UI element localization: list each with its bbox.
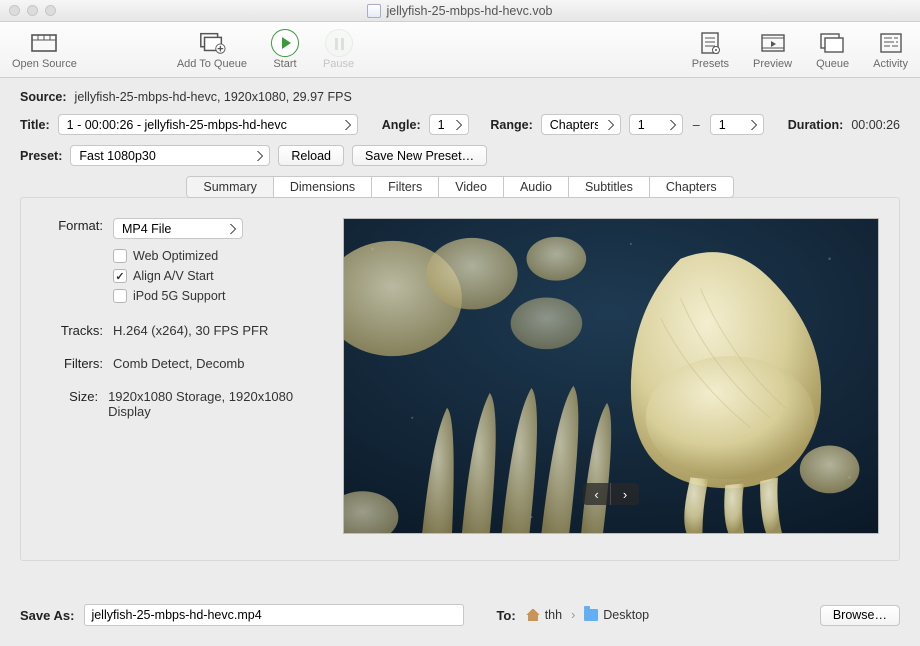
presets-icon xyxy=(696,30,724,56)
save-new-preset-button[interactable]: Save New Preset… xyxy=(352,145,487,166)
preview-next-button[interactable]: › xyxy=(611,483,639,505)
titlebar: jellyfish-25-mbps-hd-hevc.vob xyxy=(0,0,920,22)
preview-prev-button[interactable]: ‹ xyxy=(583,483,611,505)
tab-filters[interactable]: Filters xyxy=(372,177,439,197)
queue-add-icon xyxy=(198,30,226,56)
preset-label: Preset: xyxy=(20,149,62,163)
tab-dimensions[interactable]: Dimensions xyxy=(274,177,372,197)
duration-value: 00:00:26 xyxy=(851,118,900,132)
presets-button[interactable]: Presets xyxy=(692,30,729,70)
preview-icon xyxy=(759,30,787,56)
duration-label: Duration: xyxy=(788,118,844,132)
add-to-queue-button[interactable]: Add To Queue xyxy=(177,30,247,70)
queue-button[interactable]: Queue xyxy=(816,30,849,70)
range-type-select[interactable]: Chapters xyxy=(541,114,621,135)
preset-select[interactable]: Fast 1080p30 xyxy=(70,145,270,166)
tab-audio[interactable]: Audio xyxy=(504,177,569,197)
format-label: Format: xyxy=(41,218,103,309)
align-av-label: Align A/V Start xyxy=(133,269,214,283)
document-icon xyxy=(367,4,381,18)
tab-video[interactable]: Video xyxy=(439,177,504,197)
play-icon xyxy=(271,30,299,56)
range-from-select[interactable]: 1 xyxy=(629,114,683,135)
video-preview: ‹ › xyxy=(343,218,879,534)
reload-button[interactable]: Reload xyxy=(278,145,344,166)
ipod-checkbox[interactable] xyxy=(113,289,127,303)
title-select[interactable]: 1 - 00:00:26 - jellyfish-25-mbps-hd-hevc xyxy=(58,114,358,135)
activity-icon xyxy=(877,30,905,56)
save-as-input[interactable] xyxy=(84,604,464,626)
start-button[interactable]: Start xyxy=(271,30,299,70)
summary-panel: Format: MP4 File Web Optimized Align A/V… xyxy=(20,197,900,561)
home-icon xyxy=(526,609,540,621)
tab-chapters[interactable]: Chapters xyxy=(650,177,733,197)
size-value: 1920x1080 Storage, 1920x1080 Display xyxy=(108,389,321,419)
activity-button[interactable]: Activity xyxy=(873,30,908,70)
title-label: Title: xyxy=(20,118,50,132)
ipod-label: iPod 5G Support xyxy=(133,289,225,303)
pause-button[interactable]: Pause xyxy=(323,30,354,70)
pause-icon xyxy=(325,30,353,56)
folder-icon xyxy=(584,609,598,621)
window-title: jellyfish-25-mbps-hd-hevc.vob xyxy=(0,4,920,18)
queue-icon xyxy=(819,30,847,56)
align-av-checkbox[interactable] xyxy=(113,269,127,283)
format-select[interactable]: MP4 File xyxy=(113,218,243,239)
filters-label: Filters: xyxy=(41,356,103,371)
web-optimized-label: Web Optimized xyxy=(133,249,218,263)
tab-subtitles[interactable]: Subtitles xyxy=(569,177,650,197)
angle-select[interactable]: 1 xyxy=(429,114,469,135)
destination-path[interactable]: thh › Desktop xyxy=(526,608,649,622)
browse-button[interactable]: Browse… xyxy=(820,605,900,626)
angle-label: Angle: xyxy=(382,118,421,132)
source-value: jellyfish-25-mbps-hd-hevc, 1920x1080, 29… xyxy=(75,90,352,104)
source-label: Source: xyxy=(20,90,67,104)
tab-summary[interactable]: Summary xyxy=(187,177,273,197)
size-label: Size: xyxy=(41,389,98,419)
filters-value: Comb Detect, Decomb xyxy=(113,356,245,371)
tab-bar: Summary Dimensions Filters Video Audio S… xyxy=(186,176,733,198)
toolbar: Open Source Add To Queue Start Pause Pre… xyxy=(0,22,920,78)
web-optimized-checkbox[interactable] xyxy=(113,249,127,263)
tracks-value: H.264 (x264), 30 FPS PFR xyxy=(113,323,268,338)
film-icon xyxy=(30,30,58,56)
save-as-label: Save As: xyxy=(20,608,74,623)
range-to-select[interactable]: 1 xyxy=(710,114,764,135)
tracks-label: Tracks: xyxy=(41,323,103,338)
range-label: Range: xyxy=(490,118,532,132)
preview-button[interactable]: Preview xyxy=(753,30,792,70)
to-label: To: xyxy=(496,608,515,623)
preview-navigation: ‹ › xyxy=(583,483,639,505)
open-source-button[interactable]: Open Source xyxy=(12,30,77,70)
